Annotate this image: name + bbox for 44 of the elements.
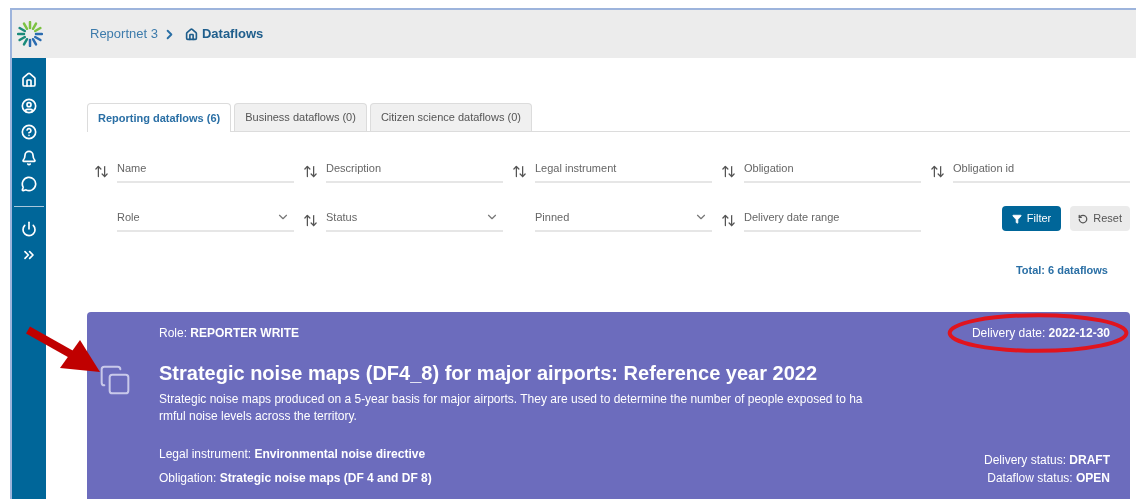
- input-field[interactable]: Name: [117, 155, 294, 183]
- sort-icon[interactable]: [720, 213, 736, 228]
- breadcrumb-link[interactable]: Reportnet 3: [90, 24, 158, 44]
- dropdown-field[interactable]: Status: [326, 204, 503, 232]
- dataflow-description: Strategic noise maps produced on a 5-year basis for major airports. They are used to determine the number of people exposed to ha rmful noise levels across the territory.: [159, 390, 864, 425]
- dropdown-field[interactable]: Pinned: [535, 204, 712, 232]
- tab[interactable]: Business dataflows (0): [234, 103, 367, 131]
- dataflow-status-text: Dataflow status: OPEN: [987, 469, 1110, 487]
- obligation-text: Obligation: Strategic noise maps (DF 4 and DF 8): [159, 469, 432, 487]
- delivery-date-text: Delivery date: 2022-12-30: [971, 325, 1110, 340]
- filter-icon: [1011, 213, 1022, 224]
- role-text: Role: REPORTER WRITE: [159, 324, 300, 342]
- power-icon[interactable]: [21, 221, 37, 237]
- sort-icon[interactable]: [93, 164, 109, 179]
- user-icon[interactable]: [21, 98, 37, 114]
- sort-icon[interactable]: [302, 164, 318, 179]
- reset-icon: [1078, 213, 1089, 224]
- breadcrumb-current: Dataflows: [201, 25, 264, 44]
- tab[interactable]: Citizen science dataflows (0): [369, 103, 532, 131]
- copy-icon[interactable]: [99, 363, 131, 396]
- dataflow-card[interactable]: [87, 311, 1130, 499]
- input-field[interactable]: Legal instrument: [535, 155, 712, 183]
- sort-icon[interactable]: [720, 164, 736, 179]
- input-field[interactable]: Obligation: [744, 155, 921, 183]
- sort-icon[interactable]: [511, 164, 527, 179]
- logo-icon[interactable]: [17, 21, 43, 47]
- chat-icon[interactable]: [21, 176, 37, 192]
- legal-instrument-text: Legal instrument: Environmental noise directive: [159, 445, 427, 463]
- delivery-status-text: Delivery status: DRAFT: [983, 451, 1110, 469]
- help-icon[interactable]: [21, 124, 37, 140]
- input-field[interactable]: Obligation id: [953, 155, 1130, 183]
- home-icon[interactable]: [21, 72, 37, 88]
- bell-icon[interactable]: [21, 150, 37, 166]
- dropdown-field[interactable]: Role: [117, 204, 294, 232]
- filter-button[interactable]: Filter: [1001, 206, 1062, 231]
- sort-icon[interactable]: [302, 213, 318, 228]
- sort-icon[interactable]: [929, 164, 945, 179]
- home-icon: [184, 27, 198, 41]
- input-field[interactable]: Description: [326, 155, 503, 183]
- total-count: Total: 6 dataflows: [1015, 263, 1108, 278]
- dataflow-title: Strategic noise maps (DF4_8) for major airports: Reference year 2022: [159, 360, 819, 386]
- reset-button[interactable]: Reset: [1070, 206, 1130, 231]
- tab[interactable]: Reporting dataflows (6): [87, 103, 232, 132]
- input-field[interactable]: Delivery date range: [744, 204, 921, 232]
